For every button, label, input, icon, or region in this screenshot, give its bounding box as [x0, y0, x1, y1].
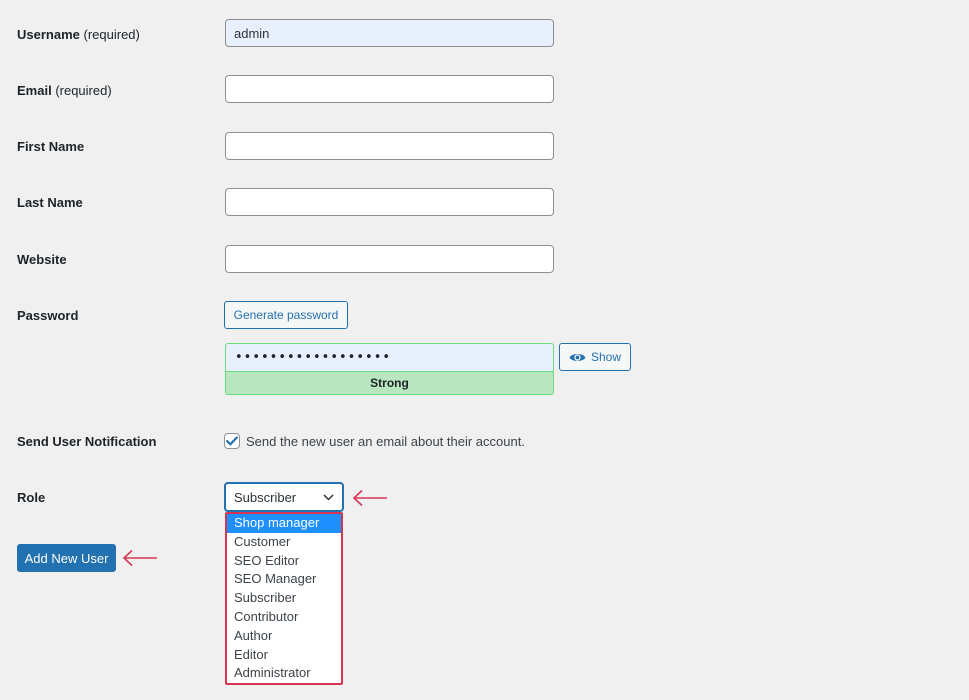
role-option-seo-editor[interactable]: SEO Editor [227, 552, 341, 571]
role-option-contributor[interactable]: Contributor [227, 608, 341, 627]
password-masked-value: •••••••••••••••••• [235, 350, 392, 365]
last-name-input[interactable] [225, 188, 554, 216]
first-name-label: First Name [17, 139, 85, 154]
first-name-input[interactable] [225, 132, 554, 160]
password-label: Password [17, 308, 79, 323]
chevron-down-icon [323, 493, 334, 501]
website-input[interactable] [225, 245, 554, 273]
password-strength-indicator: Strong [225, 371, 554, 395]
role-label: Role [17, 490, 46, 505]
role-option-seo-manager[interactable]: SEO Manager [227, 570, 341, 589]
username-label-text: Username [17, 27, 80, 42]
role-option-author[interactable]: Author [227, 627, 341, 646]
role-dropdown-list: Shop manager Customer SEO Editor SEO Man… [225, 512, 343, 686]
role-option-editor[interactable]: Editor [227, 646, 341, 665]
generate-password-button[interactable]: Generate password [224, 301, 348, 329]
show-password-label: Show [590, 350, 622, 364]
show-password-button[interactable]: Show [559, 343, 631, 371]
email-label-text: Email [17, 83, 52, 98]
required-note: (required) [83, 27, 140, 42]
password-input[interactable]: •••••••••••••••••• [225, 343, 554, 371]
username-input[interactable] [225, 19, 554, 47]
username-label: Username (required) [17, 27, 140, 42]
role-option-subscriber[interactable]: Subscriber [227, 589, 341, 608]
role-selected-value: Subscriber [234, 489, 297, 505]
eye-icon [569, 352, 586, 363]
role-option-customer[interactable]: Customer [227, 533, 341, 552]
annotation-arrow-icon [122, 549, 158, 572]
role-select[interactable]: Subscriber [225, 483, 343, 511]
role-option-shop-manager[interactable]: Shop manager [227, 514, 341, 533]
required-note: (required) [55, 83, 112, 98]
website-label: Website [17, 252, 67, 267]
send-notification-text: Send the new user an email about their a… [246, 434, 525, 449]
send-notification-checkbox[interactable] [224, 433, 240, 449]
annotation-arrow-icon [352, 489, 388, 512]
last-name-label: Last Name [17, 195, 83, 210]
add-new-user-button[interactable]: Add New User [17, 544, 116, 572]
send-notification-label: Send User Notification [17, 434, 157, 449]
email-input[interactable] [225, 75, 554, 103]
email-label: Email (required) [17, 83, 112, 98]
checkmark-icon [226, 436, 238, 446]
role-option-administrator[interactable]: Administrator [227, 664, 341, 683]
